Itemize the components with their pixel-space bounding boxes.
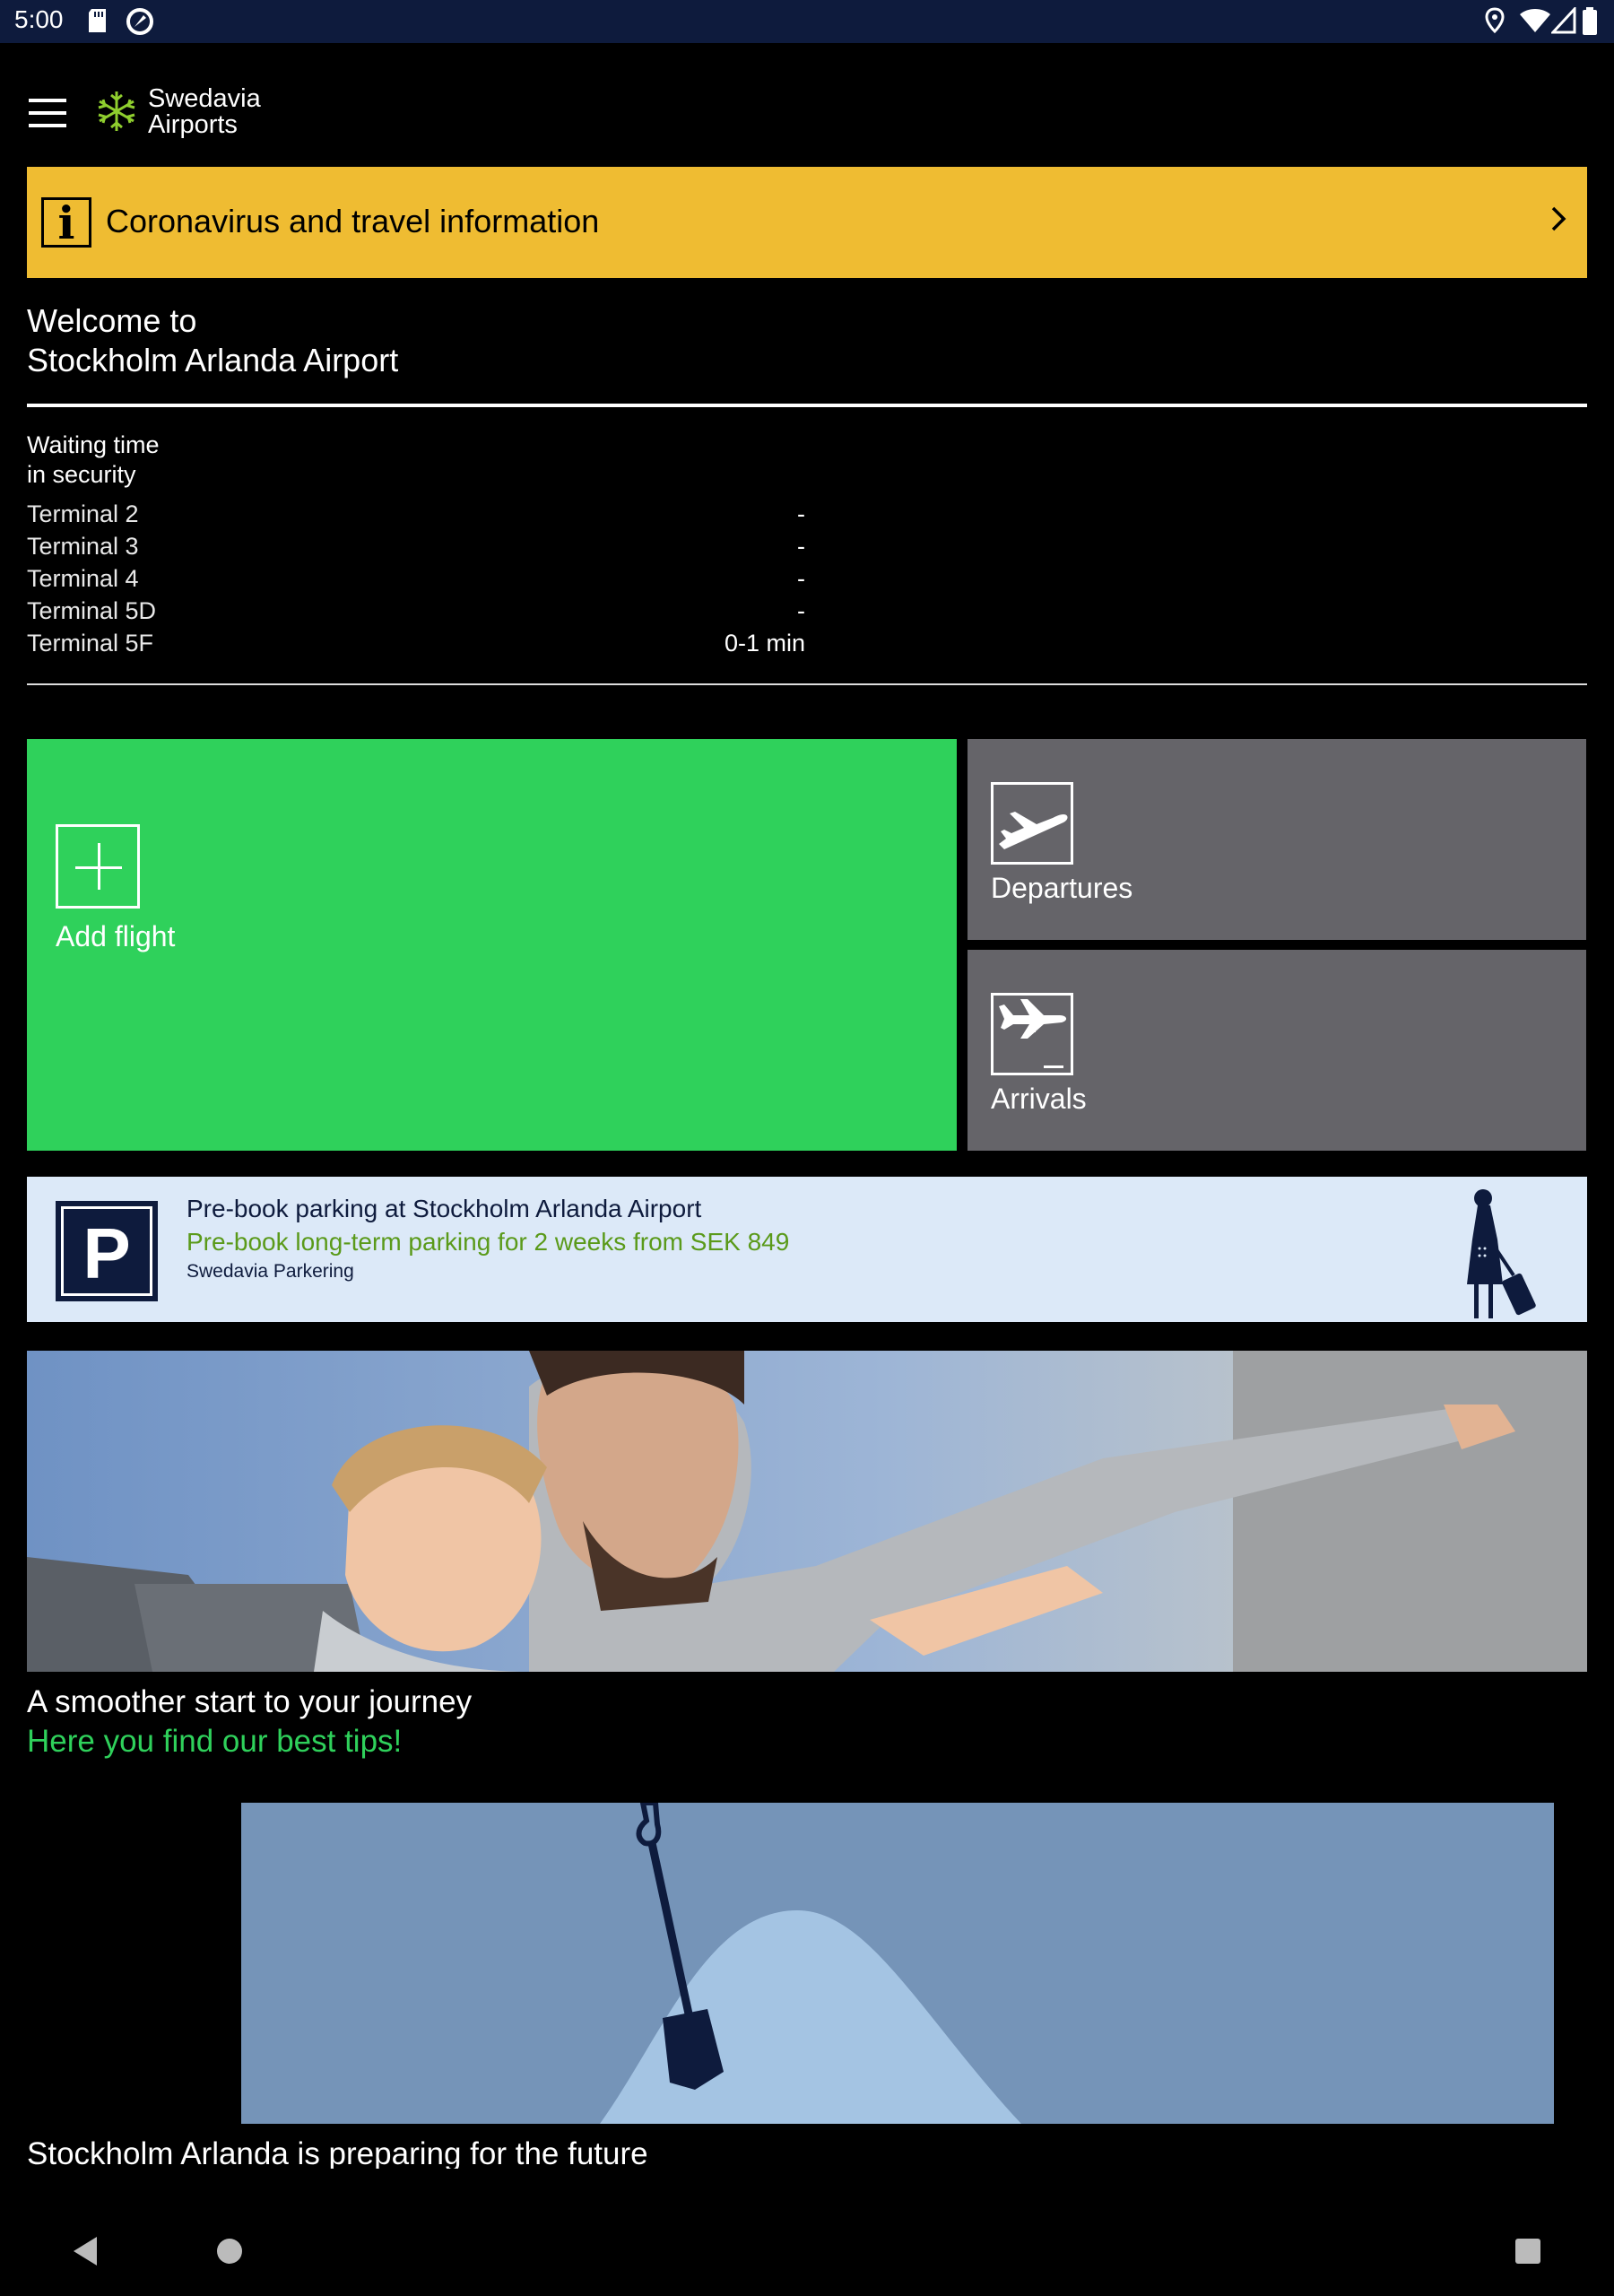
welcome-line-1: Welcome to <box>27 302 197 339</box>
welcome-line-2: Stockholm Arlanda Airport <box>27 342 399 378</box>
welcome-heading: Welcome to Stockholm Arlanda Airport <box>27 301 398 380</box>
divider <box>27 404 1587 407</box>
departures-tile[interactable]: Departures <box>968 739 1586 940</box>
waiting-time-value: - <box>797 597 805 624</box>
waiting-time-value: - <box>797 533 805 560</box>
waiting-row-terminal-4: Terminal 4 - <box>27 565 805 597</box>
sd-card-icon <box>89 9 106 32</box>
status-bar: 5:00 <box>0 0 1614 43</box>
parking-icon: P <box>56 1201 158 1301</box>
waiting-time-value: - <box>797 500 805 527</box>
signal-icon <box>1551 7 1576 34</box>
shovel-hill-illustration <box>241 1803 1554 2124</box>
waiting-row-terminal-5d: Terminal 5D - <box>27 597 805 630</box>
add-flight-label: Add flight <box>56 920 176 952</box>
waiting-row-terminal-3: Terminal 3 - <box>27 533 805 565</box>
info-banner-text: Coronavirus and travel information <box>106 203 600 239</box>
at-sync-icon <box>126 8 153 35</box>
future-article-title[interactable]: Stockholm Arlanda is preparing for the f… <box>27 2136 648 2169</box>
tips-link[interactable]: Here you find our best tips! <box>27 1724 402 1760</box>
terminal-name: Terminal 3 <box>27 533 139 560</box>
terminal-name: Terminal 5F <box>27 630 154 657</box>
divider <box>27 683 1587 685</box>
waiting-time-title: Waiting time in security <box>27 430 160 490</box>
parking-icon-letter: P <box>82 1213 131 1293</box>
battery-icon <box>1583 7 1597 35</box>
location-icon <box>1485 7 1505 34</box>
logo-line-1: Swedavia <box>148 84 261 113</box>
add-flight-tile[interactable]: Add flight <box>27 739 957 1151</box>
terminal-name: Terminal 5D <box>27 597 157 624</box>
logo-line-2: Airports <box>148 110 238 139</box>
tips-title[interactable]: A smoother start to your journey <box>27 1684 472 1720</box>
arrivals-label: Arrivals <box>991 1083 1087 1115</box>
waiting-time-value: - <box>797 565 805 592</box>
waiting-title-line-2: in security <box>27 461 136 488</box>
chevron-right-icon <box>1551 206 1566 231</box>
departure-plane-icon <box>991 782 1073 865</box>
parking-subtitle: Pre-book long-term parking for 2 weeks f… <box>187 1228 790 1256</box>
arrival-plane-icon <box>991 993 1073 1075</box>
waiting-row-terminal-5f: Terminal 5F 0-1 min <box>27 630 805 662</box>
arrivals-tile[interactable]: Arrivals <box>968 950 1586 1151</box>
parking-title: Pre-book parking at Stockholm Arlanda Ai… <box>187 1195 702 1222</box>
departures-label: Departures <box>991 872 1133 904</box>
waiting-time-value: 0-1 min <box>724 630 805 657</box>
parking-banner[interactable]: P Pre-book parking at Stockholm Arlanda … <box>27 1177 1587 1322</box>
back-icon[interactable] <box>70 2235 100 2267</box>
swedavia-logo-icon <box>98 91 135 131</box>
hamburger-menu-icon[interactable] <box>29 99 66 127</box>
navigation-bar <box>0 2188 1614 2296</box>
terminal-name: Terminal 2 <box>27 500 139 527</box>
terminal-name: Terminal 4 <box>27 565 139 592</box>
status-time: 5:00 <box>14 5 64 33</box>
traveler-woman-illustration <box>1467 1189 1536 1318</box>
info-icon: i <box>41 196 91 249</box>
wifi-icon <box>1520 9 1550 32</box>
plus-icon <box>56 824 140 909</box>
waiting-title-line-1: Waiting time <box>27 431 160 458</box>
parking-source: Swedavia Parkering <box>187 1261 354 1282</box>
father-son-pointing-photo <box>27 1351 1587 1672</box>
coronavirus-info-banner[interactable]: i Coronavirus and travel information <box>27 167 1587 278</box>
recents-icon[interactable] <box>1514 2237 1542 2266</box>
home-icon[interactable] <box>215 2237 244 2266</box>
brand-logo-text: Swedavia Airports <box>148 86 261 138</box>
waiting-row-terminal-2: Terminal 2 - <box>27 500 805 533</box>
